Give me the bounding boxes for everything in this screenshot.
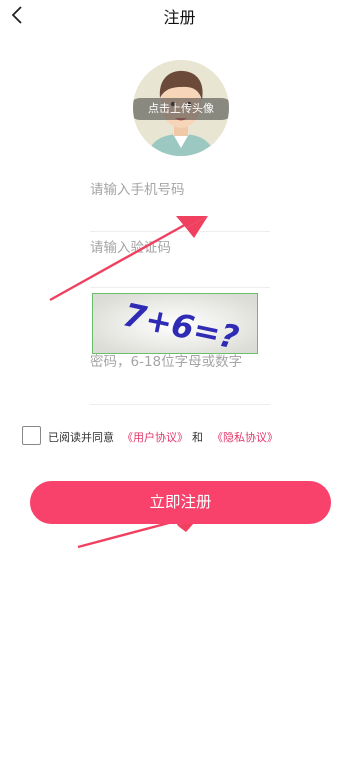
register-button[interactable]: 立即注册	[30, 481, 331, 524]
password-input[interactable]	[90, 351, 270, 373]
header-bar: 注册	[0, 0, 359, 30]
avatar-upload-label: 点击上传头像	[133, 98, 229, 120]
phone-input[interactable]	[90, 179, 270, 201]
captcha-image[interactable]: 7+6=?	[92, 293, 258, 354]
agreement-and-text: 和	[192, 431, 203, 444]
privacy-agreement-link[interactable]: 《隐私协议》	[212, 429, 278, 445]
agreement-checkbox[interactable]	[22, 426, 41, 445]
password-field[interactable]	[90, 350, 270, 405]
verify-code-field[interactable]	[90, 234, 270, 288]
captcha-graphic: 7+6=?	[93, 294, 257, 353]
phone-field[interactable]	[90, 178, 270, 232]
verify-code-input[interactable]	[90, 237, 270, 259]
avatar-upload[interactable]: 点击上传头像	[133, 60, 229, 156]
agreement-text: 已阅读并同意	[48, 431, 114, 444]
agreement-row: 已阅读并同意 《用户协议》 和 《隐私协议》	[22, 426, 342, 446]
user-agreement-link[interactable]: 《用户协议》	[122, 429, 188, 445]
page-title: 注册	[163, 8, 196, 27]
